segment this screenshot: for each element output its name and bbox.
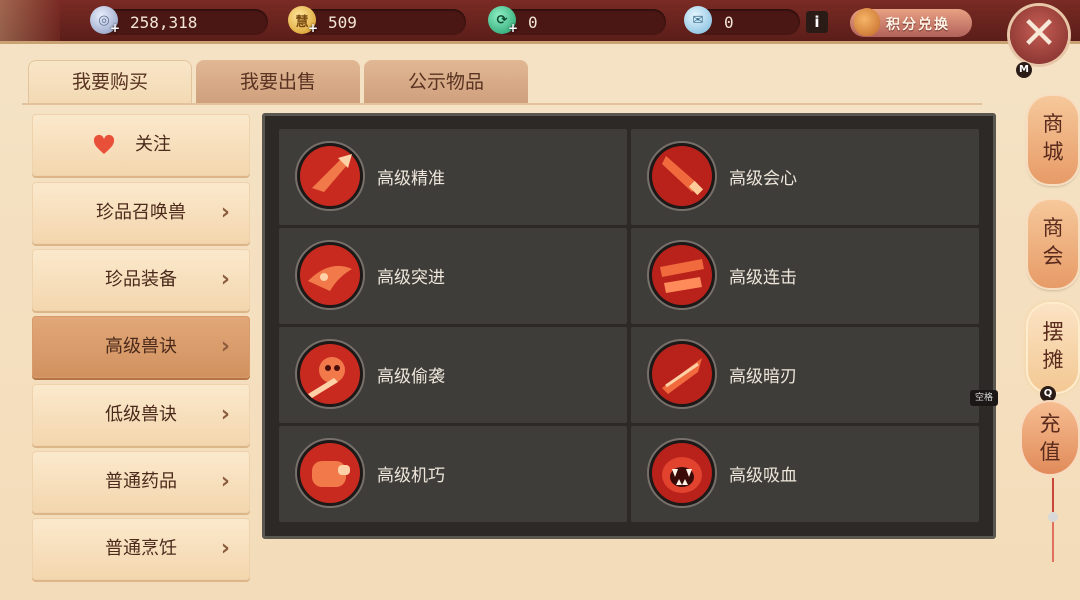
sidebar-item-common-cooking[interactable]: 普通烹饪 › bbox=[32, 518, 250, 580]
sidebar-item-rare-equipment[interactable]: 珍品装备 › bbox=[32, 249, 250, 311]
rail-guild-label-1: 商 bbox=[1042, 216, 1064, 240]
sidebar-item-label: 珍品召唤兽 bbox=[96, 202, 186, 223]
bar-ornament bbox=[0, 0, 60, 41]
critical-icon bbox=[647, 141, 717, 211]
ticket-currency: ✉ 0 bbox=[684, 6, 800, 35]
sidebar-item-label: 高级兽诀 bbox=[105, 336, 177, 357]
accuracy-icon bbox=[295, 141, 365, 211]
skill-name: 高级机巧 bbox=[377, 466, 445, 486]
rail-mall-label-2: 城 bbox=[1042, 140, 1064, 164]
skill-name: 高级连击 bbox=[729, 268, 797, 288]
sidebar-item-label: 低级兽诀 bbox=[105, 404, 177, 425]
lifesteal-icon bbox=[647, 438, 717, 508]
tab-divider bbox=[22, 103, 982, 105]
sidebar-item-label: 珍品装备 bbox=[105, 269, 177, 290]
chevron-right-icon: › bbox=[220, 469, 230, 494]
skill-name: 高级突进 bbox=[377, 268, 445, 288]
rail-mall-button[interactable]: 商 城 bbox=[1028, 96, 1078, 184]
skill-cell[interactable]: 高级暗刃 bbox=[631, 327, 979, 423]
skill-cell[interactable]: 高级连击 bbox=[631, 228, 979, 324]
info-button[interactable]: i bbox=[806, 11, 828, 33]
sidebar-item-favorites[interactable]: 关注 bbox=[32, 114, 250, 176]
stall-key-badge: Q bbox=[1040, 386, 1056, 402]
close-button[interactable]: ✕ bbox=[1010, 6, 1068, 64]
sidebar-item-rare-summons[interactable]: 珍品召唤兽 › bbox=[32, 182, 250, 244]
skill-name: 高级精准 bbox=[377, 169, 445, 189]
rail-recharge-label-1: 充 bbox=[1039, 412, 1061, 436]
skill-name: 高级偷袭 bbox=[377, 367, 445, 387]
dark-blade-icon bbox=[647, 339, 717, 409]
sidebar-item-label: 普通烹饪 bbox=[105, 538, 177, 559]
jade-amount: 0 bbox=[528, 13, 538, 32]
tab-buy[interactable]: 我要购买 bbox=[28, 60, 192, 104]
add-jade-button[interactable]: + bbox=[508, 21, 518, 35]
skill-cell[interactable]: 高级精准 bbox=[279, 129, 627, 225]
rail-mall-label-1: 商 bbox=[1042, 112, 1064, 136]
skill-name: 高级会心 bbox=[729, 169, 797, 189]
gold-coin-glyph: 慧 bbox=[295, 14, 309, 30]
rail-guild-button[interactable]: 商 会 bbox=[1028, 200, 1078, 288]
charge-icon bbox=[295, 240, 365, 310]
combo-icon bbox=[647, 240, 717, 310]
rail-recharge-label-2: 值 bbox=[1039, 440, 1061, 464]
sidebar-item-label: 普通药品 bbox=[105, 471, 177, 492]
chevron-right-icon: › bbox=[220, 267, 230, 292]
gold-currency: 慧 + 509 bbox=[288, 6, 466, 35]
rail-stall-label-1: 摆 bbox=[1042, 320, 1064, 344]
sidebar-item-label: 关注 bbox=[135, 134, 171, 155]
add-silver-button[interactable]: + bbox=[110, 21, 120, 35]
jade-currency: ⟳ + 0 bbox=[488, 6, 666, 35]
silver-currency: ◎ + 258,318 bbox=[90, 6, 268, 35]
rail-stall-label-2: 摊 bbox=[1042, 348, 1064, 372]
money-bag-icon bbox=[854, 8, 880, 36]
chevron-right-icon: › bbox=[220, 200, 230, 225]
tassel-ornament bbox=[1048, 478, 1058, 568]
currency-bar: ◎ + 258,318 慧 + 509 ⟳ + 0 ✉ 0 i 积分兑换 bbox=[0, 0, 1080, 44]
skill-grid-panel: 高级精准 高级会心 高级突进 高级连击 高级偷袭 高级暗刃 高级机巧 高级吸血 bbox=[262, 113, 996, 539]
rail-guild-label-2: 会 bbox=[1042, 244, 1064, 268]
ticket-icon: ✉ bbox=[684, 6, 712, 34]
sidebar-item-basic-skill-books[interactable]: 低级兽诀 › bbox=[32, 384, 250, 446]
tab-sell[interactable]: 我要出售 bbox=[196, 60, 360, 104]
ticket-amount: 0 bbox=[724, 13, 734, 32]
skill-cell[interactable]: 高级吸血 bbox=[631, 426, 979, 522]
points-exchange-label: 积分兑换 bbox=[886, 17, 950, 33]
skill-cell[interactable]: 高级突进 bbox=[279, 228, 627, 324]
sidebar-item-common-medicine[interactable]: 普通药品 › bbox=[32, 451, 250, 513]
skill-cell[interactable]: 高级会心 bbox=[631, 129, 979, 225]
add-gold-button[interactable]: + bbox=[308, 21, 318, 35]
chevron-right-icon: › bbox=[220, 536, 230, 561]
points-exchange-button[interactable]: 积分兑换 bbox=[850, 8, 972, 37]
skill-cell[interactable]: 高级偷袭 bbox=[279, 327, 627, 423]
chevron-right-icon: › bbox=[220, 334, 230, 359]
sidebar-item-advanced-skill-books[interactable]: 高级兽诀 › bbox=[32, 316, 250, 378]
rail-recharge-button[interactable]: 充 值 bbox=[1022, 402, 1078, 474]
space-key-hint: 空格 bbox=[970, 390, 998, 406]
silver-amount: 258,318 bbox=[130, 13, 198, 32]
close-icon: ✕ bbox=[1020, 8, 1058, 59]
close-key-badge: M bbox=[1016, 62, 1032, 78]
ingenuity-icon bbox=[295, 438, 365, 508]
skill-name: 高级吸血 bbox=[729, 466, 797, 486]
gold-amount: 509 bbox=[328, 13, 357, 32]
tab-public-items[interactable]: 公示物品 bbox=[364, 60, 528, 104]
rail-stall-button[interactable]: 摆 摊 bbox=[1028, 304, 1078, 392]
sneak-attack-icon bbox=[295, 339, 365, 409]
market-screen: ◎ + 258,318 慧 + 509 ⟳ + 0 ✉ 0 i 积分兑换 ✕ M… bbox=[0, 0, 1080, 600]
skill-cell[interactable]: 高级机巧 bbox=[279, 426, 627, 522]
skill-name: 高级暗刃 bbox=[729, 367, 797, 387]
chevron-right-icon: › bbox=[220, 402, 230, 427]
